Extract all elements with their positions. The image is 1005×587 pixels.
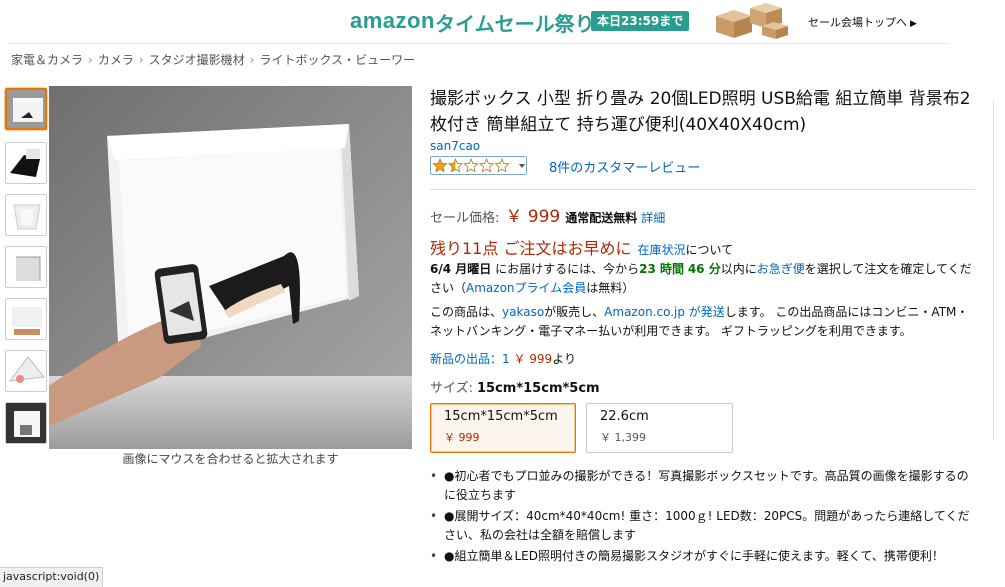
thumbnail-1[interactable] bbox=[5, 88, 47, 130]
star-icon bbox=[432, 157, 448, 173]
delivery-text: 以内に bbox=[720, 262, 757, 276]
side-panel-border bbox=[993, 100, 1005, 440]
thumbnail-3[interactable] bbox=[5, 194, 47, 236]
star-icon bbox=[494, 157, 510, 173]
banner-divider bbox=[8, 43, 948, 44]
feature-bullet: ●展開サイズ：40cm*40*40cm! 重さ：1000ｇ! LED数：20PC… bbox=[430, 507, 975, 545]
prime-member-link[interactable]: Amazonプライム会員 bbox=[466, 281, 586, 295]
variant-name: 15cm*15cm*5cm bbox=[444, 409, 558, 424]
variant-name: 22.6cm bbox=[600, 409, 649, 424]
price-label: セール価格: bbox=[430, 211, 500, 226]
seller-text: が販売し、 bbox=[544, 305, 605, 319]
seller-link[interactable]: yakaso bbox=[502, 305, 544, 319]
product-info: 撮影ボックス 小型 折り畳み 20個LED照明 USB給電 組立簡単 背景布2枚… bbox=[430, 86, 975, 568]
chevron-right-icon: › bbox=[138, 53, 144, 67]
size-variant-option[interactable]: 15cm*15cm*5cm ￥ 999 bbox=[430, 403, 576, 453]
delivery-date: 6/4 月曜日 bbox=[430, 262, 492, 276]
size-label: サイズ: bbox=[430, 381, 473, 396]
sale-top-link[interactable]: セール会場トップへ ▶ bbox=[808, 14, 917, 30]
caret-down-icon bbox=[519, 164, 525, 168]
image-caption: 画像にマウスを合わせると拡大されます bbox=[122, 452, 339, 466]
divider bbox=[430, 189, 975, 190]
stock-status-link[interactable]: 在庫状況 bbox=[637, 243, 685, 257]
feature-bullets: ●初心者でもプロ並みの撮影ができる！写真撮影ボックスセットです。高品質の画像を撮… bbox=[430, 467, 975, 566]
countdown-hours: 23 時間 bbox=[639, 262, 684, 276]
variant-price: ￥ 999 bbox=[444, 431, 480, 444]
breadcrumb-item[interactable]: カメラ bbox=[98, 53, 134, 67]
seller-info: この商品は、yakasoが販売し、Amazon.co.jp が発送します。 この… bbox=[430, 303, 975, 341]
product-photo bbox=[49, 86, 412, 449]
countdown-minutes: 46 分 bbox=[687, 262, 721, 276]
star-icon bbox=[447, 157, 464, 173]
breadcrumb-item[interactable]: スタジオ撮影機材 bbox=[149, 53, 245, 67]
new-offers-link[interactable]: 新品の出品：1 ￥ 999より bbox=[430, 350, 975, 370]
new-offers-label: 新品の出品：1 bbox=[430, 352, 510, 366]
thumbnail-7[interactable] bbox=[5, 402, 47, 444]
free-shipping-label: 通常配送無料 bbox=[565, 211, 638, 225]
breadcrumb-item[interactable]: 家電＆カメラ bbox=[11, 53, 83, 67]
brand-link[interactable]: san7cao bbox=[430, 139, 975, 153]
shipping-details-link[interactable]: 詳細 bbox=[641, 211, 665, 225]
new-offers-price: ￥ 999 bbox=[513, 352, 553, 366]
delivery-message: 6/4 月曜日 にお届けするには、今から23 時間 46 分以内にお急ぎ便を選択… bbox=[430, 260, 975, 298]
express-shipping-link[interactable]: お急ぎ便 bbox=[757, 262, 805, 276]
new-offers-suffix: より bbox=[552, 352, 576, 366]
product-title: 撮影ボックス 小型 折り畳み 20個LED照明 USB給電 組立簡単 背景布2枚… bbox=[430, 89, 971, 135]
size-variant-option[interactable]: 22.6cm ￥ 1,399 bbox=[586, 403, 733, 453]
shipper-link[interactable]: Amazon.co.jp が発送 bbox=[604, 305, 725, 319]
caret-right-icon: ▶ bbox=[910, 19, 917, 29]
price-value: ￥ 999 bbox=[505, 207, 561, 227]
breadcrumb-item[interactable]: ライトボックス・ビューワー bbox=[259, 53, 415, 67]
rating-row: 8件のカスタマーレビュー bbox=[430, 156, 975, 176]
thumbnail-2[interactable] bbox=[5, 142, 47, 184]
side-panel-edge bbox=[993, 100, 1005, 440]
feature-bullet: ●初心者でもプロ並みの撮影ができる！写真撮影ボックスセットです。高品質の画像を撮… bbox=[430, 467, 975, 505]
sale-title: タイムセール祭り bbox=[435, 12, 595, 36]
size-row: サイズ: 15cm*15cm*5cm bbox=[430, 377, 975, 397]
seller-text: この商品は、 bbox=[430, 305, 503, 319]
main-product-image[interactable] bbox=[49, 86, 412, 449]
deadline-badge: 本日23:59まで bbox=[591, 11, 690, 31]
sale-top-link-label: セール会場トップへ bbox=[808, 16, 907, 29]
thumbnail-6[interactable] bbox=[5, 350, 47, 392]
customer-reviews-link[interactable]: 8件のカスタマーレビュー bbox=[549, 157, 700, 176]
stock-row: 残り11点 ご注文はお早めに 在庫状況について bbox=[430, 235, 975, 258]
star-rating-icon bbox=[432, 157, 525, 173]
sale-banner[interactable]: amazon タイムセール祭り 本日23:59まで セール会場トップへ ▶ bbox=[0, 0, 1005, 44]
chevron-right-icon: › bbox=[249, 53, 255, 67]
size-variants: 15cm*15cm*5cm ￥ 999 22.6cm ￥ 1,399 bbox=[430, 403, 975, 455]
amazon-logo: amazon bbox=[350, 8, 435, 33]
delivery-text: は無料） bbox=[586, 281, 635, 295]
delivery-text: にお届けするには、今から bbox=[491, 262, 640, 276]
star-icon bbox=[478, 157, 495, 173]
thumbnail-5[interactable] bbox=[5, 298, 47, 340]
boxes-illustration-icon bbox=[716, 3, 788, 39]
star-icon bbox=[463, 157, 479, 173]
star-rating-dropdown[interactable] bbox=[430, 156, 527, 175]
breadcrumb: 家電＆カメラ › カメラ › スタジオ撮影機材 › ライトボックス・ビューワー bbox=[11, 51, 415, 68]
stock-suffix: について bbox=[685, 243, 734, 257]
thumbnail-4[interactable] bbox=[5, 246, 47, 288]
browser-status-bar: javascript:void(0) bbox=[0, 567, 103, 587]
variant-price: ￥ 1,399 bbox=[600, 431, 646, 444]
price-row: セール価格: ￥ 999 通常配送無料 詳細 bbox=[430, 202, 975, 227]
selected-size: 15cm*15cm*5cm bbox=[477, 381, 600, 396]
stock-warning: 残り11点 ご注文はお早めに bbox=[430, 239, 632, 258]
chevron-right-icon: › bbox=[88, 53, 93, 67]
feature-bullet: ●組立簡単＆LED照明付きの簡易撮影スタジオがすぐに手軽に使えます。軽くて、携帯… bbox=[430, 547, 975, 566]
